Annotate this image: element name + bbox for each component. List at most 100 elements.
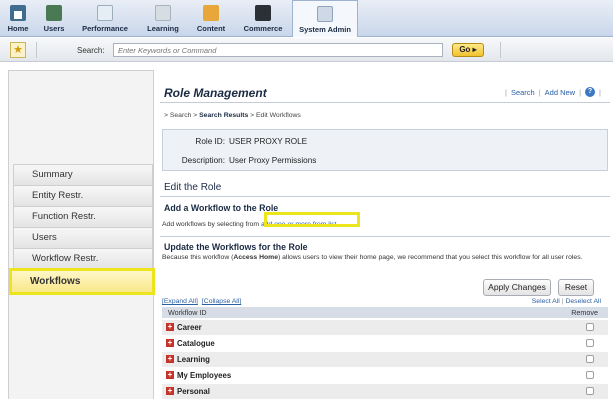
sidebar-menu: Summary Entity Restr. Function Restr. Us… — [9, 164, 155, 295]
sidebar-item-label: Summary — [32, 169, 73, 180]
sidebar-item-label: Workflow Restr. — [32, 253, 99, 264]
nav-system-admin[interactable]: System Admin — [292, 0, 358, 37]
nav-home-label: Home — [7, 24, 29, 33]
table-row: + Personal — [162, 384, 608, 399]
remove-checkbox[interactable] — [586, 387, 594, 395]
apply-changes-button[interactable]: Apply Changes — [483, 279, 551, 296]
top-navigation: Home Users Performance Learning Content … — [0, 0, 613, 37]
workflow-name: Learning — [177, 355, 210, 364]
description-row: Description: User Proxy Permissions — [163, 156, 317, 165]
content-icon — [203, 5, 219, 21]
divider — [160, 196, 610, 197]
divider — [160, 102, 610, 103]
sidebar-item-entity-restr[interactable]: Entity Restr. — [13, 185, 153, 206]
select-all-link[interactable]: Select All — [532, 298, 560, 305]
add-hint-text: Add workflows by selecting from — [162, 221, 261, 228]
expand-plus-icon[interactable]: + — [166, 371, 174, 379]
nav-commerce-label: Commerce — [243, 24, 283, 33]
nav-commerce[interactable]: Commerce — [234, 0, 292, 36]
table-row: + My Employees — [162, 368, 608, 383]
workflow-name: Catalogue — [177, 339, 215, 348]
role-id-value: USER PROXY ROLE — [229, 137, 308, 146]
breadcrumb: > Search > Search Results > Edit Workflo… — [164, 112, 301, 119]
collapse-all-link[interactable]: [Collapse All] — [202, 298, 241, 305]
favorites-star-icon[interactable]: ★ — [10, 42, 26, 58]
sidebar-item-summary[interactable]: Summary — [13, 164, 153, 185]
sidebar-item-label: Entity Restr. — [32, 190, 84, 201]
breadcrumb-current: > Edit Workflows — [248, 112, 301, 119]
header-links: | Search | Add New | ? | — [504, 87, 601, 97]
sidebar-item-workflow-restr[interactable]: Workflow Restr. — [13, 248, 153, 269]
description-label: Description: — [181, 156, 225, 165]
nav-performance-label: Performance — [82, 24, 128, 33]
expand-all-link[interactable]: [Expand All] — [162, 298, 198, 305]
nav-performance[interactable]: Performance — [72, 0, 138, 36]
workflow-name: Career — [177, 323, 202, 332]
remove-checkbox[interactable] — [586, 371, 594, 379]
deselect-all-link[interactable]: Deselect All — [565, 298, 601, 305]
table-row: + Learning — [162, 352, 608, 367]
nav-content-label: Content — [196, 24, 226, 33]
sidebar-item-function-restr[interactable]: Function Restr. — [13, 206, 153, 227]
sidebar-item-label: Users — [32, 232, 57, 243]
learning-icon — [155, 5, 171, 21]
reset-button[interactable]: Reset — [558, 279, 594, 296]
page-title: Role Management — [164, 86, 267, 100]
remove-checkbox[interactable] — [586, 323, 594, 331]
go-button[interactable]: Go ▸ — [452, 43, 484, 57]
users-icon — [46, 5, 62, 21]
search-bar: ★ Search: Go ▸ — [0, 38, 613, 62]
help-icon[interactable]: ? — [585, 87, 596, 97]
sidebar-item-label: Workflows — [30, 276, 81, 287]
divider — [500, 42, 501, 58]
expand-plus-icon[interactable]: + — [166, 339, 174, 347]
expand-collapse-links: [Expand All] [Collapse All] — [162, 298, 245, 305]
remove-checkbox[interactable] — [586, 355, 594, 363]
update-workflows-heading: Update the Workflows for the Role — [164, 242, 308, 252]
nav-learning-label: Learning — [147, 24, 179, 33]
note-text: ) allows users to view their home page, … — [278, 254, 583, 261]
nav-learning[interactable]: Learning — [138, 0, 188, 36]
search-input[interactable] — [113, 43, 443, 57]
workflow-note: Because this workflow (Access Home) allo… — [162, 254, 604, 262]
expand-plus-icon[interactable]: + — [166, 323, 174, 331]
select-links: Select All | Deselect All — [531, 298, 601, 305]
divider — [36, 42, 37, 58]
nav-content[interactable]: Content — [188, 0, 234, 36]
add-new-link[interactable]: Add New — [545, 88, 575, 97]
home-icon — [10, 5, 26, 21]
workflow-name: My Employees — [177, 371, 232, 380]
nav-users-label: Users — [43, 24, 65, 33]
role-id-label: Role ID: — [195, 137, 225, 146]
column-remove: Remove — [571, 308, 598, 317]
note-text: Because this workflow ( — [162, 254, 234, 261]
main-content: Role Management | Search | Add New | ? |… — [160, 80, 613, 399]
expand-plus-icon[interactable]: + — [166, 387, 174, 395]
role-id-row: Role ID: USER PROXY ROLE — [163, 137, 307, 146]
edit-role-heading: Edit the Role — [164, 182, 222, 193]
go-label: Go — [459, 45, 471, 54]
breadcrumb-search-results[interactable]: Search Results — [199, 112, 248, 119]
highlight-box — [264, 212, 360, 227]
breadcrumb-prefix: > Search > — [164, 112, 200, 119]
add-workflow-heading: Add a Workflow to the Role — [164, 203, 279, 213]
sidebar-item-label: Function Restr. — [32, 211, 96, 222]
nav-users[interactable]: Users — [36, 0, 72, 36]
nav-home[interactable]: Home — [0, 0, 36, 36]
expand-plus-icon[interactable]: + — [166, 355, 174, 363]
sidebar-item-workflows[interactable]: Workflows — [9, 268, 155, 295]
remove-checkbox[interactable] — [586, 339, 594, 347]
description-value: User Proxy Permissions — [229, 156, 317, 165]
note-access-home: Access Home — [233, 254, 278, 261]
search-link[interactable]: Search — [511, 88, 535, 97]
role-info-box: Role ID: USER PROXY ROLE Description: User… — [162, 129, 608, 171]
performance-icon — [97, 5, 113, 21]
commerce-icon — [255, 5, 271, 21]
nav-system-admin-label: System Admin — [299, 25, 351, 34]
table-row: + Career — [162, 320, 608, 335]
workflow-name: Personal — [177, 387, 210, 396]
column-workflow-id: Workflow ID — [168, 308, 207, 317]
system-admin-icon — [317, 6, 333, 22]
sidebar-item-users[interactable]: Users — [13, 227, 153, 248]
table-header: Workflow ID Remove — [162, 307, 608, 318]
